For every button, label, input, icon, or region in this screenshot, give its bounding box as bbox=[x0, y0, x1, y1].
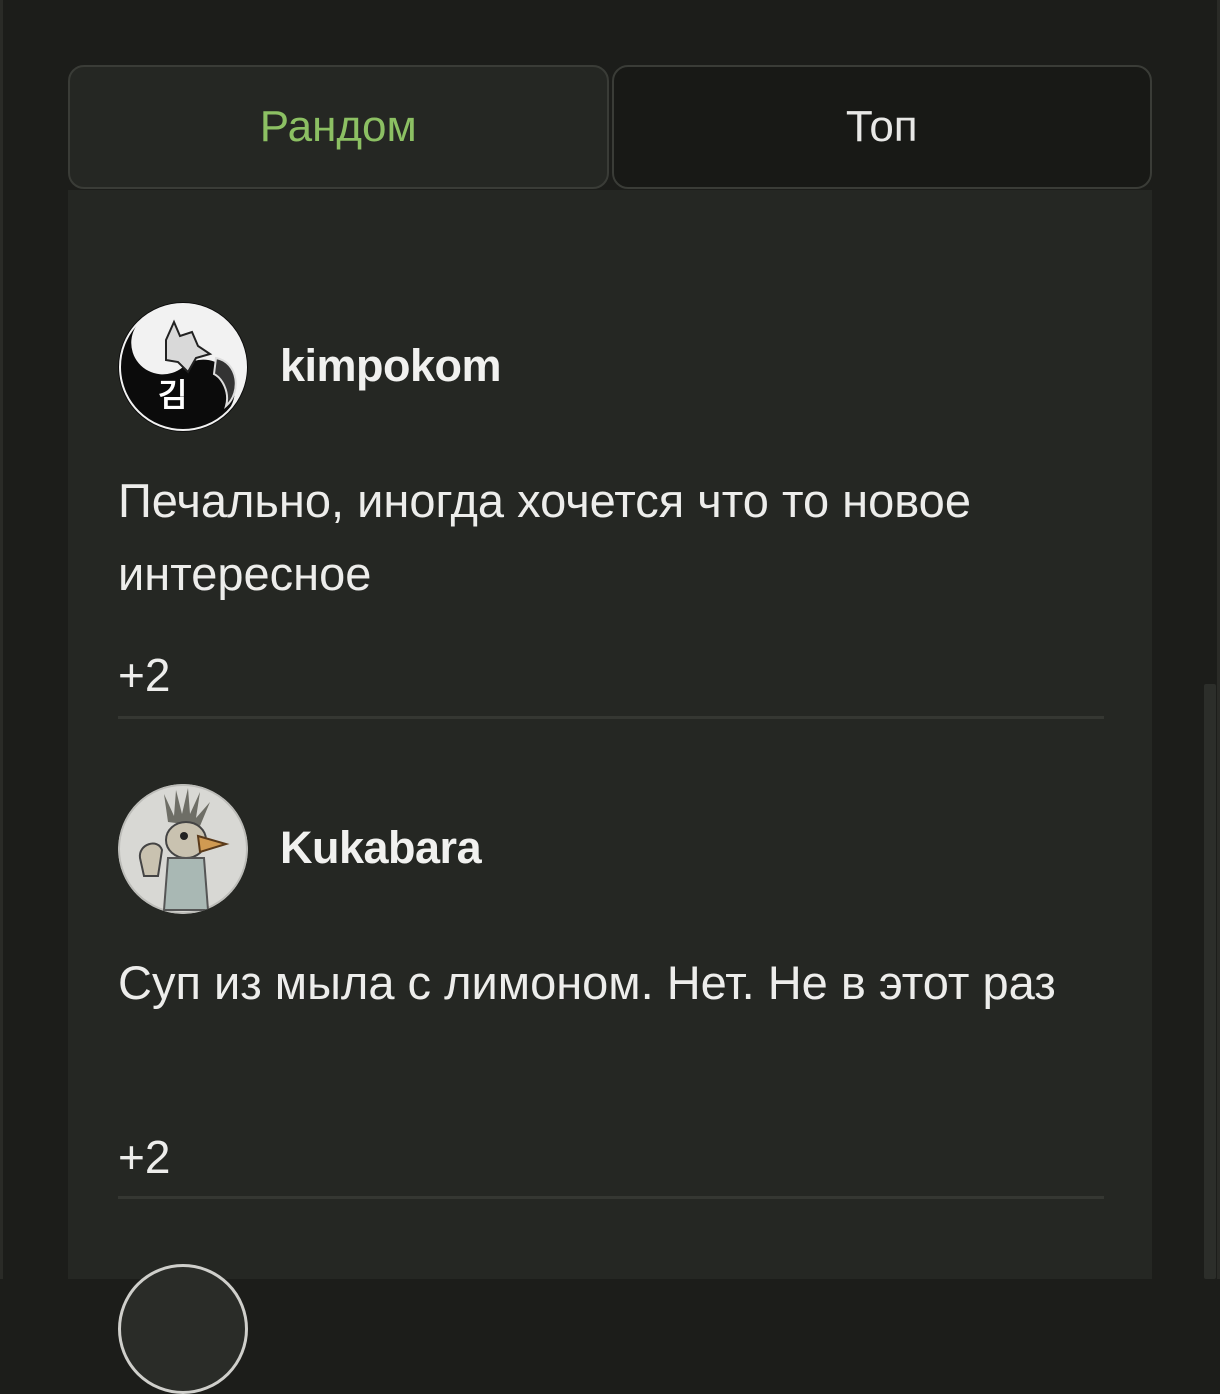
avatar[interactable]: 김 bbox=[118, 302, 248, 432]
app-frame: Рандом Топ 김 kimpokom Печально, иногда х… bbox=[0, 0, 1220, 1394]
comment-divider bbox=[118, 1196, 1104, 1199]
comments-panel: 김 kimpokom Печально, иногда хочется что … bbox=[68, 190, 1152, 1394]
comment-item: 김 kimpokom Печально, иногда хочется что … bbox=[118, 302, 1104, 722]
left-edge bbox=[0, 0, 3, 1279]
comment-rating: +2 bbox=[118, 649, 171, 701]
comment-text: Суп из мыла с лимоном. Нет. Не в этот ра… bbox=[118, 956, 1056, 1009]
comment-divider bbox=[118, 716, 1104, 719]
comment-rating: +2 bbox=[118, 1131, 171, 1183]
svg-text:김: 김 bbox=[158, 376, 187, 414]
tab-random[interactable]: Рандом bbox=[68, 65, 609, 189]
fox-yin-yang-avatar-icon: 김 bbox=[118, 302, 248, 432]
comment-username[interactable]: Kukabara bbox=[280, 822, 482, 874]
tab-top[interactable]: Топ bbox=[611, 65, 1152, 189]
comment-sort-tabs: Рандом Топ bbox=[68, 65, 1152, 189]
scrollbar-thumb[interactable] bbox=[1204, 684, 1216, 1279]
comment-text: Печально, иногда хочется что то новое ин… bbox=[118, 474, 971, 600]
avatar[interactable] bbox=[118, 784, 248, 914]
avatar[interactable] bbox=[118, 1264, 248, 1394]
comment-item: Kukabara Суп из мыла с лимоном. Нет. Не … bbox=[118, 784, 1104, 1204]
comment-username[interactable]: kimpokom bbox=[280, 340, 502, 392]
bird-drawing-avatar-icon bbox=[118, 784, 248, 914]
